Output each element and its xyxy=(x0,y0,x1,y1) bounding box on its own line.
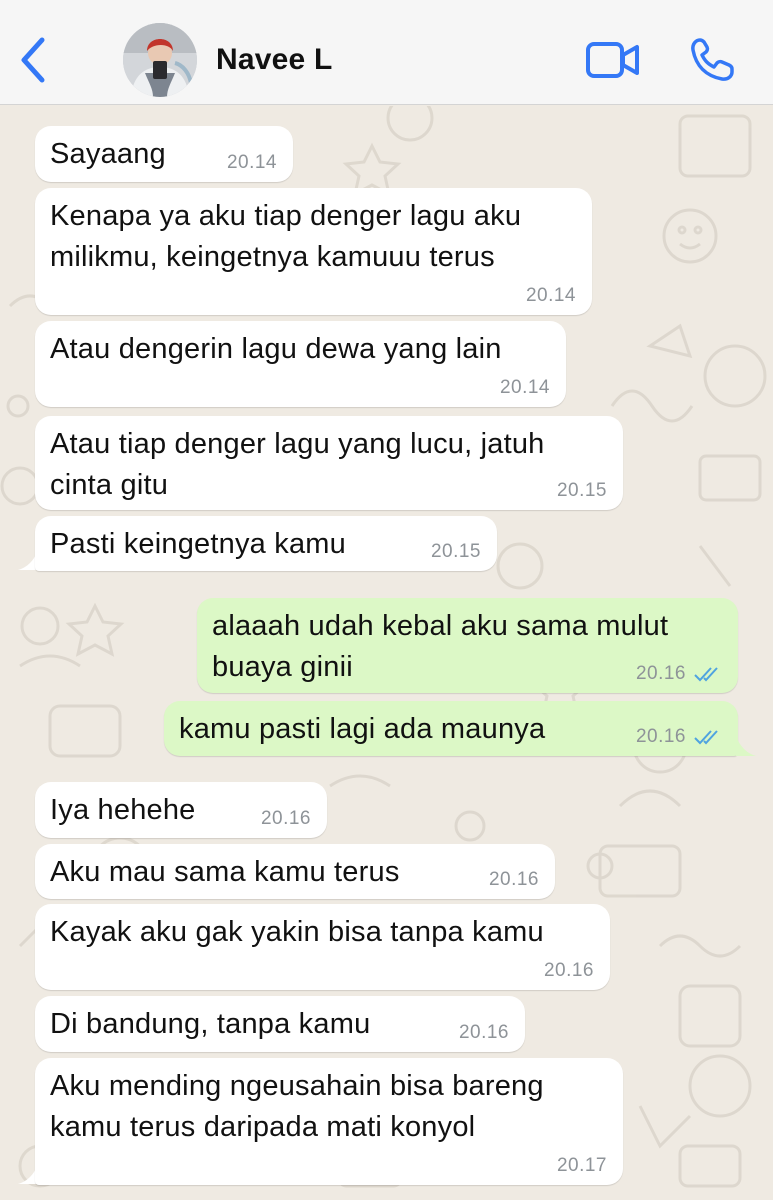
message-text: Atau dengerin lagu dewa yang lain xyxy=(50,333,502,365)
message-time: 20.16 xyxy=(635,726,686,747)
message-incoming[interactable]: Aku mau sama kamu terus 20.16 xyxy=(35,844,555,899)
message-text: Kayak aku gak yakin bisa tanpa kamu xyxy=(50,916,544,948)
message-text: Pasti keingetnya kamu xyxy=(50,528,346,560)
video-camera-icon xyxy=(586,42,639,78)
read-receipt-icon xyxy=(694,730,718,745)
message-time: 20.16 xyxy=(635,663,686,684)
message-incoming[interactable]: Sayaang 20.14 xyxy=(35,126,293,182)
message-time: 20.17 xyxy=(556,1155,607,1176)
chat-area[interactable]: Sayaang 20.14 Kenapa ya aku tiap denger … xyxy=(0,106,773,1200)
message-time: 20.14 xyxy=(226,152,277,173)
contact-name[interactable]: Navee L xyxy=(216,43,332,77)
message-incoming[interactable]: Kayak aku gak yakin bisa tanpa kamu 20.1… xyxy=(35,904,610,990)
message-time: 20.15 xyxy=(556,480,607,501)
message-outgoing[interactable]: kamu pasti lagi ada maunya 20.16 xyxy=(164,701,738,756)
chat-header: Navee L xyxy=(0,0,773,105)
avatar[interactable] xyxy=(123,23,197,97)
message-text: Di bandung, tanpa kamu xyxy=(50,1008,371,1040)
phone-icon xyxy=(691,38,734,81)
message-time: 20.14 xyxy=(499,377,550,398)
message-time: 20.16 xyxy=(488,869,539,890)
message-time: 20.14 xyxy=(525,285,576,306)
message-text: Atau tiap denger lagu yang lucu, jatuh c… xyxy=(50,428,545,501)
message-incoming[interactable]: Pasti keingetnya kamu 20.15 xyxy=(35,516,497,571)
message-incoming[interactable]: Atau tiap denger lagu yang lucu, jatuh c… xyxy=(35,416,623,510)
message-text: Aku mending ngeusahain bisa bareng kamu … xyxy=(50,1070,544,1143)
message-time: 20.16 xyxy=(260,808,311,829)
message-incoming[interactable]: Aku mending ngeusahain bisa bareng kamu … xyxy=(35,1058,623,1185)
chevron-left-icon xyxy=(21,37,45,83)
back-button[interactable] xyxy=(14,34,54,86)
message-time: 20.16 xyxy=(543,960,594,981)
read-receipt-icon xyxy=(694,667,718,682)
message-incoming[interactable]: Atau dengerin lagu dewa yang lain 20.14 xyxy=(35,321,566,407)
message-outgoing[interactable]: alaaah udah kebal aku sama mulut buaya g… xyxy=(197,598,738,693)
message-time: 20.16 xyxy=(458,1022,509,1043)
message-incoming[interactable]: Di bandung, tanpa kamu 20.16 xyxy=(35,996,525,1052)
message-text: Kenapa ya aku tiap denger lagu aku milik… xyxy=(50,200,522,273)
message-incoming[interactable]: Iya hehehe 20.16 xyxy=(35,782,327,838)
bubble-tail xyxy=(736,736,756,756)
message-text: Aku mau sama kamu terus xyxy=(50,856,400,888)
message-incoming[interactable]: Kenapa ya aku tiap denger lagu aku milik… xyxy=(35,188,592,315)
video-call-button[interactable] xyxy=(585,38,641,82)
voice-call-button[interactable] xyxy=(688,36,736,84)
avatar-photo xyxy=(123,23,197,97)
message-time: 20.15 xyxy=(430,541,481,562)
